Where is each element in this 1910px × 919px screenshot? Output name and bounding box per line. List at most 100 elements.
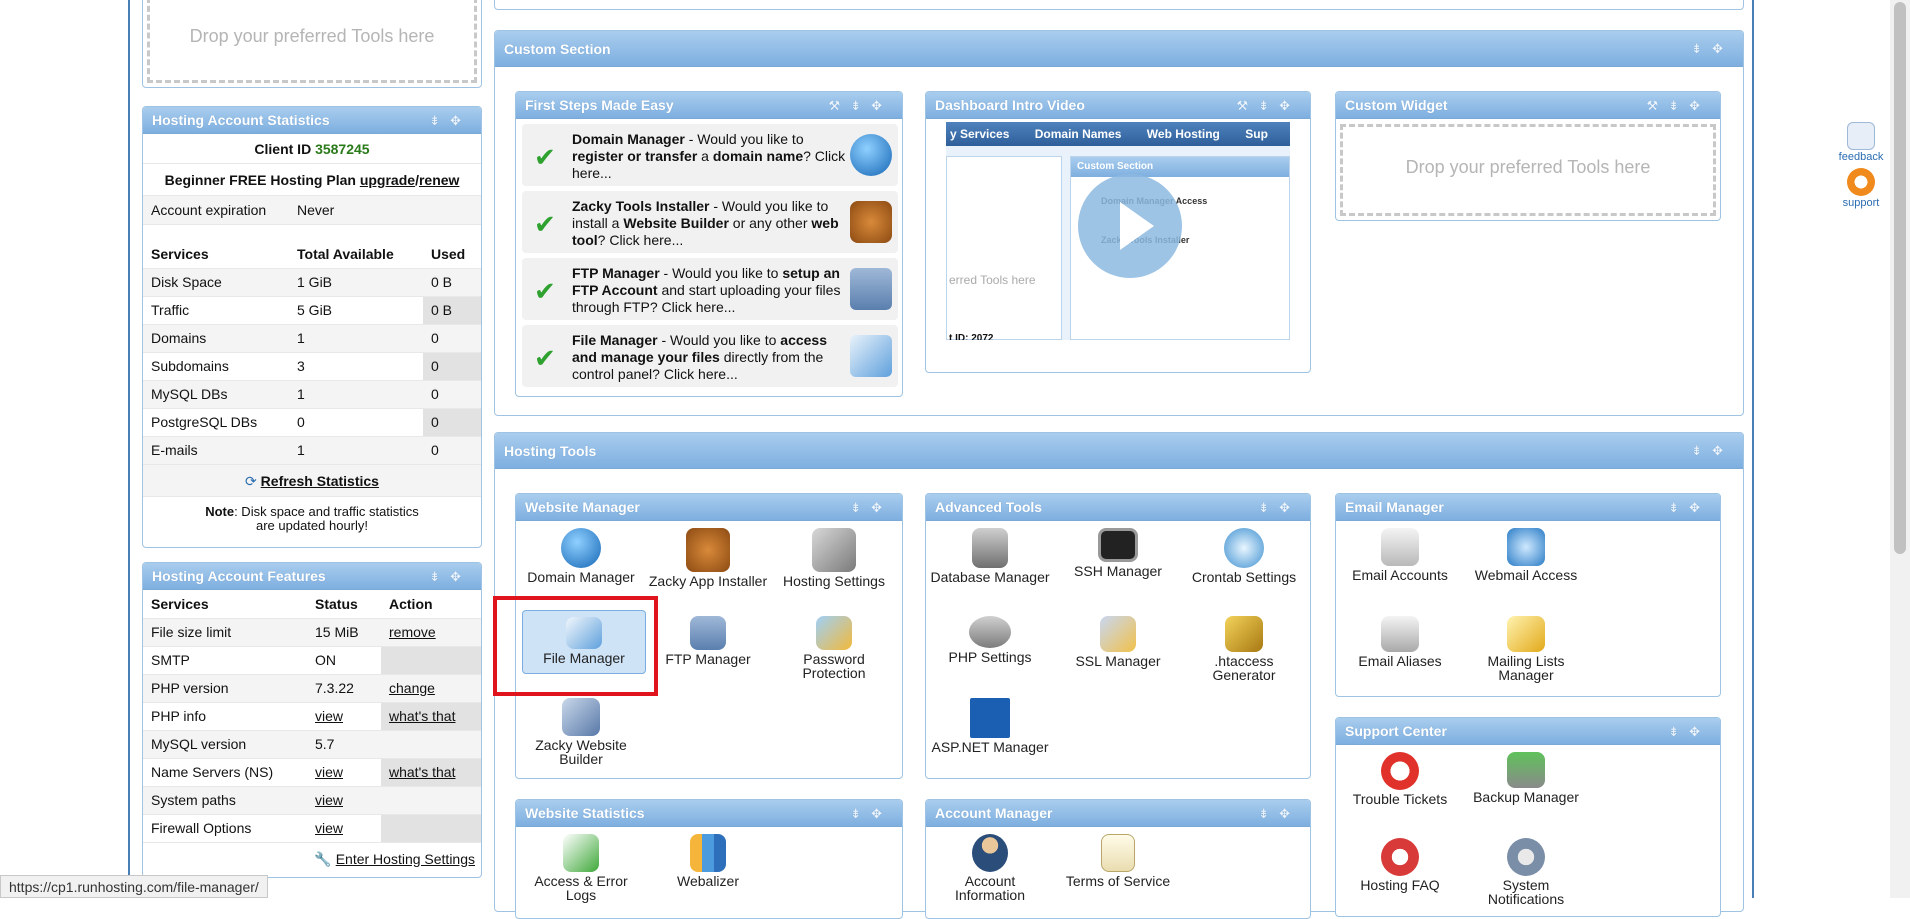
row-name: SMTP: [143, 646, 307, 675]
refresh-row: ⟳ Refresh Statistics: [143, 464, 481, 497]
tool-backup-manager[interactable]: Backup Manager: [1464, 752, 1588, 804]
step-emph: Website Builder: [623, 215, 729, 231]
box-tools-icons[interactable]: ⇟✥: [1691, 433, 1733, 469]
tool-label: Trouble Tickets: [1352, 791, 1448, 807]
tool-email-accounts[interactable]: Email Accounts: [1338, 528, 1462, 582]
view-link[interactable]: view: [307, 786, 381, 815]
step-file-manager[interactable]: ✔ File Manager - Would you like to acces…: [522, 325, 898, 387]
tool-ssh-manager[interactable]: SSH Manager: [1056, 528, 1180, 578]
box-tools-icons[interactable]: ⇟✥: [1691, 31, 1733, 67]
custom-widget-header[interactable]: Custom Widget ⚒⇟✥: [1336, 92, 1720, 119]
first-steps-header[interactable]: First Steps Made Easy ⚒⇟✥: [516, 92, 902, 119]
step-ftp-manager[interactable]: ✔ FTP Manager - Would you like to setup …: [522, 258, 898, 320]
website-builder-icon: [562, 698, 600, 736]
tool-terms-of-service[interactable]: Terms of Service: [1056, 834, 1180, 888]
widget-tools-icons[interactable]: ⚒⇟✥: [1237, 92, 1300, 119]
view-link[interactable]: view: [307, 814, 381, 843]
account-manager-header[interactable]: Account Manager ⇟✥: [926, 800, 1310, 827]
tool-ftp-manager[interactable]: FTP Manager: [646, 616, 770, 666]
email-manager-header[interactable]: Email Manager ⇟✥: [1336, 494, 1720, 521]
view-link[interactable]: view: [307, 702, 381, 731]
enter-hosting-settings-link[interactable]: Enter Hosting Settings: [336, 851, 475, 867]
features-header[interactable]: Hosting Account Features ⇟✥: [143, 563, 481, 590]
widget-tools-icons[interactable]: ⇟✥: [1258, 800, 1300, 827]
widget-tools-icons[interactable]: ⇟✥: [850, 494, 892, 521]
note-text: : Disk space and traffic statistics: [234, 503, 419, 519]
page-frame: Drop your preferred Tools here Hosting A…: [128, 0, 1754, 919]
change-link[interactable]: change: [381, 674, 481, 703]
tool-account-information[interactable]: Account Information: [928, 834, 1052, 902]
advanced-tools-header[interactable]: Advanced Tools ⇟✥: [926, 494, 1310, 521]
step-domain-manager[interactable]: ✔ Domain Manager - Would you like to reg…: [522, 124, 898, 186]
widget-tools-icons[interactable]: ⇟✥: [850, 800, 892, 827]
renew-link[interactable]: renew: [419, 172, 459, 188]
tool-crontab-settings[interactable]: Crontab Settings: [1182, 528, 1306, 584]
row-name: System paths: [143, 786, 307, 815]
website-statistics-header[interactable]: Website Statistics ⇟✥: [516, 800, 902, 827]
tool-ssl-manager[interactable]: SSL Manager: [1056, 616, 1180, 668]
website-manager-header[interactable]: Website Manager ⇟✥: [516, 494, 902, 521]
video-menu-item: y Services: [950, 127, 1010, 141]
custom-section-header[interactable]: Custom Section ⇟✥: [495, 31, 1743, 67]
account-manager-title: Account Manager: [935, 805, 1053, 821]
row-used: 0 B: [423, 296, 481, 325]
widget-tools-icons[interactable]: ⇟✥: [1668, 718, 1710, 745]
support-label: support: [1842, 197, 1880, 209]
tool-zacky-website-builder[interactable]: Zacky Website Builder: [519, 698, 643, 766]
play-icon[interactable]: [1078, 174, 1182, 278]
step-zacky-tools[interactable]: ✔ Zacky Tools Installer - Would you like…: [522, 191, 898, 253]
tool-email-aliases[interactable]: Email Aliases: [1338, 616, 1462, 668]
intro-video-header[interactable]: Dashboard Intro Video ⚒⇟✥: [926, 92, 1310, 119]
tool-php-settings[interactable]: PHP Settings: [928, 616, 1052, 664]
scrollbar[interactable]: [1890, 0, 1910, 898]
tool-domain-manager[interactable]: Domain Manager: [519, 528, 643, 584]
tool-hosting-faq[interactable]: Hosting FAQ: [1338, 838, 1462, 892]
drop-zone-text: Drop your preferred Tools here: [189, 26, 435, 46]
whats-that-link[interactable]: what's that: [381, 702, 481, 731]
tool-aspnet-manager[interactable]: ASP.NET Manager: [928, 698, 1052, 754]
tool-hosting-settings[interactable]: Hosting Settings: [772, 528, 896, 588]
view-link[interactable]: view: [307, 758, 381, 787]
refresh-statistics-link[interactable]: Refresh Statistics: [261, 473, 379, 489]
widget-tools-icons[interactable]: ⚒⇟✥: [829, 92, 892, 119]
tool-mailing-lists-manager[interactable]: Mailing Lists Manager: [1464, 616, 1588, 682]
drop-zone[interactable]: Drop your preferred Tools here: [147, 0, 477, 83]
row-used: 0: [423, 380, 481, 409]
hosting-tools: Hosting Tools ⇟✥ Website Manager ⇟✥ Doma…: [494, 432, 1744, 919]
step-desc: - Would you like to: [684, 131, 804, 147]
scrollbar-thumb[interactable]: [1894, 2, 1906, 554]
table-row: PostgreSQL DBs 0 0: [143, 408, 481, 437]
tool-password-protection[interactable]: Password Protection: [772, 616, 896, 680]
plan-text: Beginner FREE Hosting Plan: [164, 172, 356, 188]
box-tools-icons[interactable]: ⇟✥: [429, 563, 471, 590]
widget-tools-icons[interactable]: ⚒⇟✥: [1647, 92, 1710, 119]
video-player[interactable]: y Services Domain Names Web Hosting Sup …: [946, 122, 1290, 340]
tool-htaccess-generator[interactable]: .htaccess Generator: [1182, 616, 1306, 682]
star-icon: [1847, 122, 1875, 150]
tool-label: Account Information: [954, 873, 1026, 903]
tool-trouble-tickets[interactable]: Trouble Tickets: [1338, 752, 1462, 806]
widget-tools-icons[interactable]: ⇟✥: [1668, 494, 1710, 521]
widget-tools-icons[interactable]: ⇟✥: [1258, 494, 1300, 521]
hosting-tools-header[interactable]: Hosting Tools ⇟✥: [495, 433, 1743, 469]
feedback-button[interactable]: feedback: [1838, 122, 1884, 166]
whats-that-link[interactable]: what's that: [381, 758, 481, 787]
tool-webmail-access[interactable]: Webmail Access: [1464, 528, 1588, 582]
tools-icon: [812, 528, 856, 572]
tool-system-notifications[interactable]: System Notifications: [1464, 838, 1588, 906]
table-row: MySQL version 5.7: [143, 730, 481, 759]
table-row: SMTP ON: [143, 646, 481, 675]
tool-webalizer[interactable]: Webalizer: [646, 834, 770, 888]
support-button[interactable]: support: [1838, 168, 1884, 212]
upgrade-link[interactable]: upgrade: [360, 172, 415, 188]
support-center-header[interactable]: Support Center ⇟✥: [1336, 718, 1720, 745]
tool-zacky-app-installer[interactable]: Zacky App Installer: [646, 528, 770, 588]
remove-link[interactable]: remove: [381, 618, 481, 647]
faq-icon: [1381, 838, 1419, 876]
drop-zone[interactable]: Drop your preferred Tools here: [1340, 124, 1716, 216]
stats-header[interactable]: Hosting Account Statistics ⇟✥: [143, 107, 481, 134]
tool-access-error-logs[interactable]: Access & Error Logs: [519, 834, 643, 902]
box-tools-icons[interactable]: ⇟✥: [429, 107, 471, 134]
tool-database-manager[interactable]: Database Manager: [928, 528, 1052, 584]
table-row: PHP info view what's that: [143, 702, 481, 731]
